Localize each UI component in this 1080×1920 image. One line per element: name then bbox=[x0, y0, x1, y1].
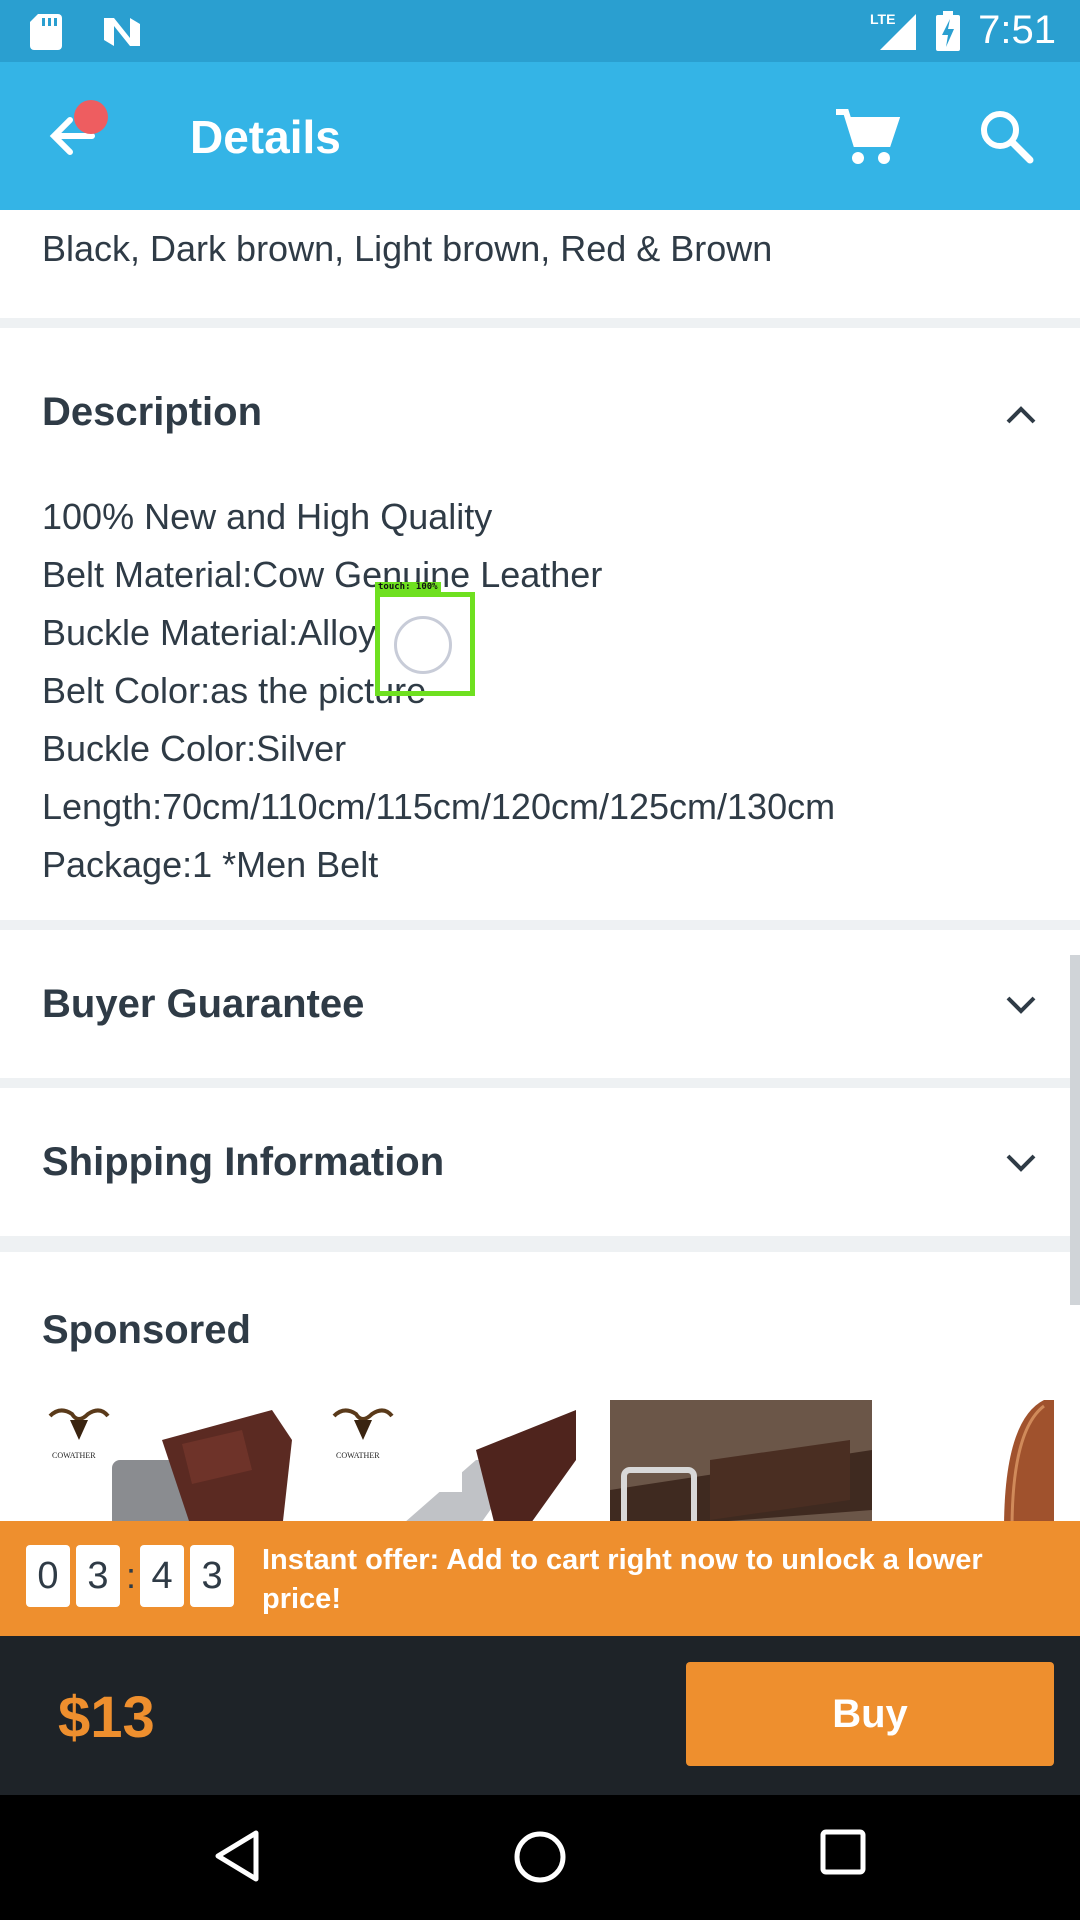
timer-separator: : bbox=[126, 1555, 137, 1596]
screen: LTE 7:51 Details Black, Dark brown, Ligh… bbox=[0, 0, 1080, 1920]
description-line: Length:70cm/110cm/115cm/120cm/125cm/130c… bbox=[42, 786, 836, 827]
shipping-information-section[interactable]: Shipping Information bbox=[0, 1088, 1080, 1236]
chevron-down-icon[interactable] bbox=[1004, 1152, 1038, 1174]
details-content[interactable]: Black, Dark brown, Light brown, Red & Br… bbox=[0, 210, 1080, 1612]
signal-icon: LTE bbox=[870, 11, 917, 50]
status-bar: LTE 7:51 bbox=[0, 0, 1080, 62]
brand-logo-text: COWATHER bbox=[52, 1451, 96, 1460]
timer-digit: 0 bbox=[26, 1545, 70, 1607]
sponsored-product-image[interactable]: COWATHER bbox=[326, 1400, 588, 1530]
price: $13 bbox=[58, 1685, 155, 1750]
divider bbox=[0, 1236, 1080, 1252]
app-bar: Details bbox=[0, 62, 1080, 210]
buyer-guarantee-title: Buyer Guarantee bbox=[42, 982, 365, 1026]
sponsored-product-image[interactable] bbox=[894, 1400, 1054, 1530]
description-section: Description 100% New and High Quality Be… bbox=[0, 328, 1080, 920]
sponsored-product-image[interactable]: COWATHER bbox=[42, 1400, 304, 1530]
status-time: 7:51 bbox=[978, 8, 1056, 52]
color-options-text: Black, Dark brown, Light brown, Red & Br… bbox=[42, 228, 773, 269]
brand-logo-text: COWATHER bbox=[336, 1451, 380, 1460]
belt-image: COWATHER bbox=[48, 1408, 292, 1530]
buyer-guarantee-section[interactable]: Buyer Guarantee bbox=[0, 930, 1080, 1078]
chevron-down-icon[interactable] bbox=[1004, 994, 1038, 1016]
shipping-information-title: Shipping Information bbox=[42, 1140, 445, 1184]
divider bbox=[0, 920, 1080, 930]
search-icon[interactable] bbox=[976, 106, 1036, 166]
instant-offer-banner[interactable]: 0 3 : 4 3 Instant offer: Add to cart rig… bbox=[0, 1521, 1080, 1652]
description-line: Buckle Color:Silver bbox=[42, 728, 347, 769]
recents-nav-icon[interactable] bbox=[820, 1829, 866, 1875]
timer-digit: 4 bbox=[140, 1545, 185, 1607]
back-nav-icon[interactable] bbox=[212, 1829, 262, 1883]
home-nav-icon[interactable] bbox=[512, 1829, 568, 1885]
offer-text: Instant offer: Add to cart right now to … bbox=[262, 1544, 983, 1615]
sponsored-title: Sponsored bbox=[42, 1308, 251, 1352]
belt-image: COWATHER bbox=[332, 1408, 576, 1530]
page-title: Details bbox=[190, 111, 341, 163]
description-line: Package:1 *Men Belt bbox=[42, 844, 379, 885]
buy-bar: $13 Buy bbox=[0, 1636, 1080, 1795]
chevron-up-icon[interactable] bbox=[1004, 404, 1038, 426]
scrollbar[interactable] bbox=[1070, 955, 1080, 1305]
belt-image bbox=[1004, 1400, 1054, 1530]
touch-indicator-circle bbox=[394, 616, 452, 674]
timer-digit: 3 bbox=[76, 1545, 120, 1607]
sd-card-icon bbox=[30, 14, 62, 50]
battery-charging-icon bbox=[936, 10, 961, 51]
divider bbox=[0, 318, 1080, 328]
divider bbox=[0, 1078, 1080, 1088]
description-title[interactable]: Description bbox=[42, 390, 262, 435]
notification-dot bbox=[74, 100, 108, 134]
timer-digit: 3 bbox=[190, 1545, 235, 1607]
sponsored-products: COWATHER COWATHER bbox=[42, 1400, 1054, 1530]
navigation-bar bbox=[0, 1795, 1080, 1920]
n-notification-icon bbox=[104, 18, 140, 46]
cart-icon[interactable] bbox=[834, 106, 900, 166]
buy-button[interactable]: Buy bbox=[686, 1662, 1054, 1766]
countdown-timer: 0 3 : 4 3 bbox=[26, 1545, 240, 1607]
touch-indicator-label: touch: 100% bbox=[375, 582, 441, 592]
belt-image bbox=[610, 1400, 872, 1530]
description-line: 100% New and High Quality bbox=[42, 496, 493, 537]
sponsored-product-image[interactable] bbox=[610, 1400, 872, 1530]
network-type: LTE bbox=[870, 11, 895, 27]
